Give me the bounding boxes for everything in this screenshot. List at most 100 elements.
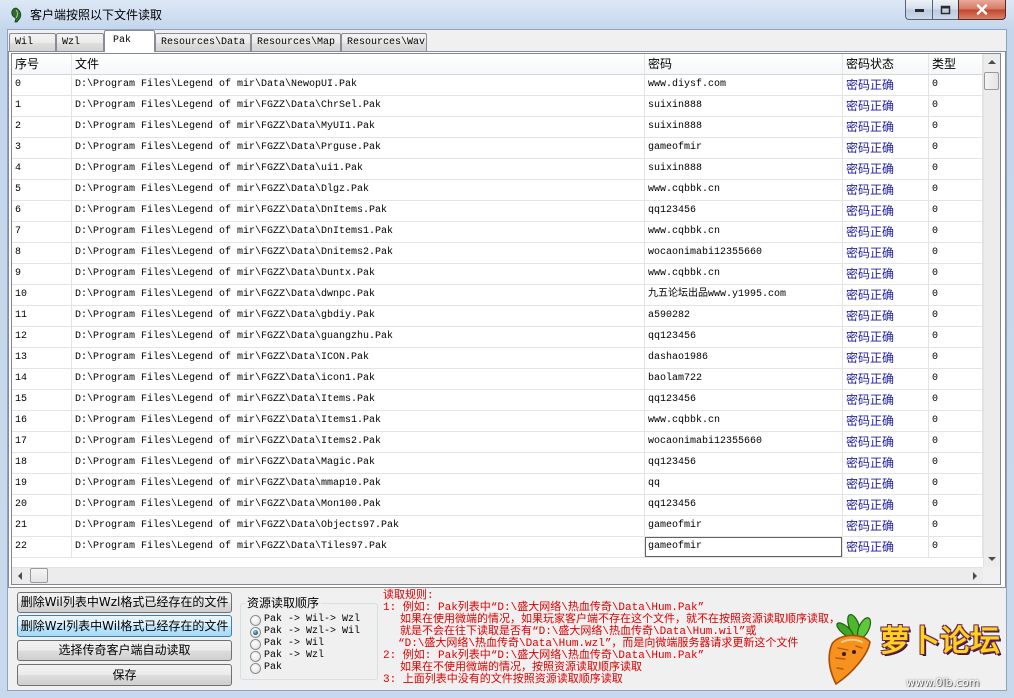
table-row[interactable]: 17 D:\Program Files\Legend of mir\FGZZ\Da… [12,432,983,453]
cell-file[interactable]: D:\Program Files\Legend of mir\FGZZ\Data… [72,474,645,495]
cell-file[interactable]: D:\Program Files\Legend of mir\FGZZ\Data… [72,138,645,159]
table-row[interactable]: 15 D:\Program Files\Legend of mir\FGZZ\Da… [12,390,983,411]
cell-type[interactable]: 0 [929,180,983,201]
table-row[interactable]: 14 D:\Program Files\Legend of mir\FGZZ\Da… [12,369,983,390]
cell-type[interactable]: 0 [929,348,983,369]
cell-file[interactable]: D:\Program Files\Legend of mir\FGZZ\Data… [72,117,645,138]
cell-password[interactable]: qq123456 [645,327,843,348]
table-row[interactable]: 9 D:\Program Files\Legend of mir\FGZZ\Dat… [12,264,983,285]
cell-status[interactable]: 密码正确 [843,222,929,243]
vertical-scroll-thumb[interactable] [984,72,999,90]
cell-type[interactable]: 0 [929,495,983,516]
cell-type[interactable]: 0 [929,537,983,558]
cell-index[interactable]: 19 [12,474,72,495]
cell-status[interactable]: 密码正确 [843,474,929,495]
table-row[interactable]: 16 D:\Program Files\Legend of mir\FGZZ\Da… [12,411,983,432]
cell-password[interactable]: wocaonimabi12355660 [645,432,843,453]
table-row[interactable]: 8 D:\Program Files\Legend of mir\FGZZ\Dat… [12,243,983,264]
cell-type[interactable]: 0 [929,285,983,306]
read-order-radio-2[interactable] [250,627,261,638]
cell-type[interactable]: 0 [929,306,983,327]
table-row[interactable]: 0 D:\Program Files\Legend of mir\Data\New… [12,75,983,96]
cell-type[interactable]: 0 [929,75,983,96]
cell-file[interactable]: D:\Program Files\Legend of mir\FGZZ\Data… [72,96,645,117]
cell-status[interactable]: 密码正确 [843,75,929,96]
table-row[interactable]: 7 D:\Program Files\Legend of mir\FGZZ\Dat… [12,222,983,243]
table-row[interactable]: 20 D:\Program Files\Legend of mir\FGZZ\Da… [12,495,983,516]
read-order-label-2[interactable]: Pak -> Wzl-> Wil [264,626,360,638]
cell-file[interactable]: D:\Program Files\Legend of mir\FGZZ\Data… [72,222,645,243]
cell-status[interactable]: 密码正确 [843,306,929,327]
cell-file[interactable]: D:\Program Files\Legend of mir\FGZZ\Data… [72,285,645,306]
cell-file[interactable]: D:\Program Files\Legend of mir\FGZZ\Data… [72,516,645,537]
cell-file[interactable]: D:\Program Files\Legend of mir\FGZZ\Data… [72,537,645,558]
cell-password[interactable]: www.cqbbk.cn [645,411,843,432]
cell-type[interactable]: 0 [929,516,983,537]
tab-pak[interactable]: Pak [104,30,155,52]
cell-type[interactable]: 0 [929,222,983,243]
cell-password[interactable]: qq [645,474,843,495]
cell-type[interactable]: 0 [929,411,983,432]
scroll-right-button[interactable] [966,568,983,584]
table-row[interactable]: 1 D:\Program Files\Legend of mir\FGZZ\Dat… [12,96,983,117]
cell-status[interactable]: 密码正确 [843,453,929,474]
cell-password[interactable]: www.cqbbk.cn [645,264,843,285]
cell-index[interactable]: 17 [12,432,72,453]
scroll-left-button[interactable] [12,568,29,584]
cell-status[interactable]: 密码正确 [843,495,929,516]
cell-index[interactable]: 8 [12,243,72,264]
cell-password[interactable]: www.cqbbk.cn [645,222,843,243]
cell-index[interactable]: 12 [12,327,72,348]
table-row[interactable]: 18 D:\Program Files\Legend of mir\FGZZ\Da… [12,453,983,474]
cell-index[interactable]: 10 [12,285,72,306]
cell-password[interactable]: dashao1986 [645,348,843,369]
cell-index[interactable]: 20 [12,495,72,516]
read-order-radio-4[interactable] [250,651,261,662]
cell-file[interactable]: D:\Program Files\Legend of mir\FGZZ\Data… [72,180,645,201]
cell-file[interactable]: D:\Program Files\Legend of mir\FGZZ\Data… [72,264,645,285]
horizontal-scrollbar[interactable] [12,567,983,584]
cell-status[interactable]: 密码正确 [843,138,929,159]
cell-status[interactable]: 密码正确 [843,516,929,537]
cell-type[interactable]: 0 [929,96,983,117]
cell-file[interactable]: D:\Program Files\Legend of mir\FGZZ\Data… [72,495,645,516]
cell-password[interactable]: 九五论坛出品www.y1995.com [645,285,843,306]
cell-index[interactable]: 5 [12,180,72,201]
read-order-label-4[interactable]: Pak -> Wzl [264,650,324,662]
file-list-table[interactable]: 序号 文件 密码 密码状态 类型 0 D:\Program Files\Legen… [11,53,1001,585]
cell-password[interactable]: a590282 [645,306,843,327]
cell-status[interactable]: 密码正确 [843,201,929,222]
cell-password[interactable]: qq123456 [645,390,843,411]
close-button[interactable] [958,0,1006,20]
tab-resources-wav[interactable]: Resources\Wav [341,33,427,52]
table-row[interactable]: 6 D:\Program Files\Legend of mir\FGZZ\Dat… [12,201,983,222]
table-row[interactable]: 3 D:\Program Files\Legend of mir\FGZZ\Dat… [12,138,983,159]
cell-status[interactable]: 密码正确 [843,411,929,432]
cell-index[interactable]: 9 [12,264,72,285]
cell-type[interactable]: 0 [929,117,983,138]
cell-file[interactable]: D:\Program Files\Legend of mir\Data\Newo… [72,75,645,96]
cell-password[interactable]: suixin888 [645,117,843,138]
cell-index[interactable]: 15 [12,390,72,411]
cell-index[interactable]: 0 [12,75,72,96]
cell-file[interactable]: D:\Program Files\Legend of mir\FGZZ\Data… [72,348,645,369]
scroll-up-button[interactable] [984,54,1000,71]
table-row[interactable]: 11 D:\Program Files\Legend of mir\FGZZ\Da… [12,306,983,327]
cell-password[interactable]: gameofmir [645,516,843,537]
cell-password[interactable]: baolam722 [645,369,843,390]
cell-password[interactable]: www.cqbbk.cn [645,180,843,201]
vertical-scrollbar[interactable] [983,54,1000,567]
cell-type[interactable]: 0 [929,369,983,390]
cell-file[interactable]: D:\Program Files\Legend of mir\FGZZ\Data… [72,453,645,474]
cell-index[interactable]: 2 [12,117,72,138]
read-order-label-1[interactable]: Pak -> Wil-> Wzl [264,614,360,626]
read-order-label-5[interactable]: Pak [264,662,282,674]
cell-index[interactable]: 6 [12,201,72,222]
cell-index[interactable]: 21 [12,516,72,537]
cell-password[interactable]: suixin888 [645,96,843,117]
cell-file[interactable]: D:\Program Files\Legend of mir\FGZZ\Data… [72,243,645,264]
maximize-button[interactable] [932,0,958,20]
read-order-label-3[interactable]: Pak -> Wil [264,638,324,650]
read-order-radio-3[interactable] [250,639,261,650]
table-row[interactable]: 21 D:\Program Files\Legend of mir\FGZZ\Da… [12,516,983,537]
